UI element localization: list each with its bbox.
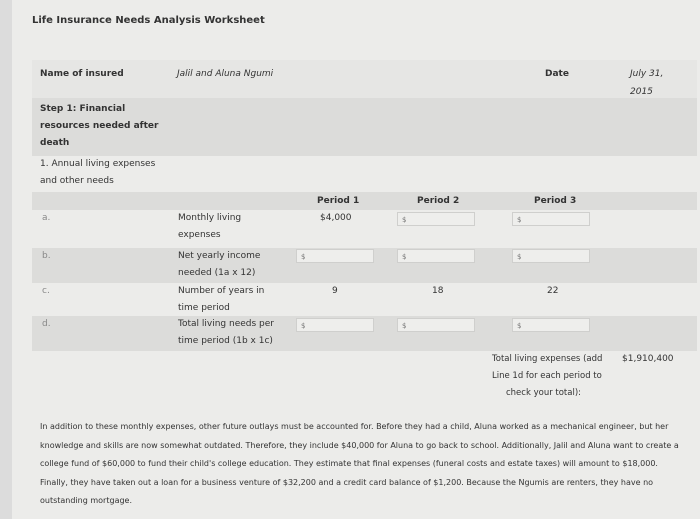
- period-1-header: Period 1: [317, 196, 360, 206]
- row-b-period-2-input[interactable]: $: [397, 249, 475, 263]
- scenario-paragraph: In addition to these monthly expenses, o…: [40, 422, 679, 505]
- period-1-value: $4,000: [320, 213, 352, 223]
- name-label: Name of insured: [40, 69, 124, 79]
- row-a-period-2-input[interactable]: $: [397, 212, 475, 226]
- row-a-period-3-input[interactable]: $: [512, 212, 590, 226]
- row-b-period-3-input[interactable]: $: [512, 249, 590, 263]
- row-label: Net yearly income needed (1a x 12): [178, 251, 261, 278]
- row-d-period-3-input[interactable]: $: [512, 318, 590, 332]
- period-header: [32, 192, 697, 210]
- row-d-period-1-input[interactable]: $: [296, 318, 374, 332]
- page-title: Life Insurance Needs Analysis Worksheet: [32, 15, 265, 26]
- period-3-value: 22: [547, 286, 559, 296]
- worksheet: Life Insurance Needs Analysis Worksheet …: [12, 0, 700, 519]
- name-value: Jalil and Aluna Ngumi: [177, 69, 274, 79]
- date-value: July 31,: [630, 69, 664, 79]
- step1-heading: Step 1: Financial resources needed after d…: [40, 104, 159, 148]
- row-letter: c.: [42, 286, 50, 296]
- total-label: Total living expenses (add Line 1d for ea…: [492, 354, 603, 398]
- total-value: $1,910,400: [622, 354, 674, 364]
- row-label: Number of years in time period: [178, 286, 265, 313]
- period-3-header: Period 3: [534, 196, 577, 206]
- period-2-header: Period 2: [417, 196, 460, 206]
- row-letter: d.: [42, 319, 51, 329]
- insured-row: [32, 60, 697, 98]
- row-a: [32, 210, 697, 248]
- row-label: Monthly living expenses: [178, 213, 242, 240]
- row-letter: a.: [42, 213, 51, 223]
- row-b-period-1-input[interactable]: $: [296, 249, 374, 263]
- row-letter: b.: [42, 251, 51, 261]
- period-2-value: 18: [432, 286, 444, 296]
- row-label: Total living needs per time period (1b x …: [178, 319, 274, 346]
- row-c: [32, 283, 697, 316]
- row-d-period-2-input[interactable]: $: [397, 318, 475, 332]
- item1-label: 1. Annual living expenses and other needs: [40, 159, 156, 186]
- period-1-value: 9: [332, 286, 338, 296]
- date-label: Date: [545, 69, 569, 79]
